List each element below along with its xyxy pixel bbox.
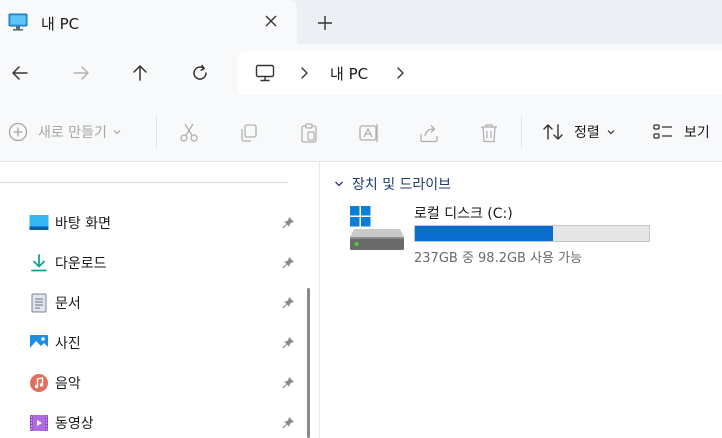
pin-icon[interactable] — [282, 256, 295, 269]
title-bar: 내 PC — [0, 0, 722, 44]
hard-drive-icon — [350, 206, 404, 250]
command-bar: 새로 만들기 정렬 보기 — [0, 102, 722, 162]
drive-usage-fill — [415, 226, 554, 241]
back-arrow-icon[interactable] — [10, 63, 30, 83]
sort-button[interactable]: 정렬 — [542, 122, 626, 142]
cut-scissors-icon[interactable] — [178, 122, 200, 144]
content-pane: 장치 및 드라이브 로컬 디스크 (C:) 237GB 중 98.2GB 사용 … — [320, 162, 722, 438]
sidebar-item-documents[interactable]: 문서 — [0, 284, 300, 320]
toolbar-separator — [156, 116, 157, 148]
view-button[interactable]: 보기 — [652, 122, 710, 142]
drive-tile-c[interactable]: 로컬 디스크 (C:) 237GB 중 98.2GB 사용 가능 — [348, 202, 668, 266]
chevron-down-icon — [113, 130, 121, 135]
chevron-right-icon[interactable] — [298, 66, 310, 80]
view-button-label: 보기 — [684, 125, 710, 141]
group-title: 장치 및 드라이브 — [352, 177, 452, 193]
address-bar[interactable]: 내 PC — [238, 51, 722, 95]
pin-icon[interactable] — [282, 416, 295, 429]
drive-name: 로컬 디스크 (C:) — [414, 206, 513, 222]
tab-this-pc[interactable]: 내 PC — [0, 0, 297, 44]
chevron-down-icon — [607, 130, 615, 135]
pin-icon[interactable] — [282, 296, 295, 309]
video-icon — [30, 415, 48, 431]
monitor-icon — [255, 64, 275, 82]
group-header-devices[interactable]: 장치 및 드라이브 — [334, 174, 451, 194]
drive-usage-bar — [414, 225, 650, 242]
chevron-right-icon[interactable] — [394, 66, 406, 80]
music-icon — [30, 374, 48, 392]
computer-icon — [8, 13, 28, 31]
sidebar-item-pictures[interactable]: 사진 — [0, 324, 300, 360]
download-icon — [31, 254, 47, 272]
forward-arrow-icon[interactable] — [71, 63, 91, 83]
sidebar-item-label: 사진 — [55, 336, 81, 352]
sidebar-item-label: 바탕 화면 — [55, 216, 111, 232]
sidebar-scrollbar[interactable] — [307, 288, 310, 438]
plus-circle-icon — [8, 122, 28, 142]
pin-icon[interactable] — [282, 376, 295, 389]
up-arrow-icon[interactable] — [130, 63, 150, 83]
view-list-icon — [653, 124, 672, 139]
chevron-down-icon — [335, 181, 343, 187]
new-tab-plus-icon[interactable] — [316, 14, 334, 32]
refresh-icon[interactable] — [190, 63, 210, 83]
picture-icon — [30, 335, 48, 351]
pin-icon[interactable] — [282, 216, 295, 229]
document-icon — [31, 293, 47, 313]
close-icon[interactable] — [262, 12, 280, 30]
share-icon[interactable] — [418, 122, 440, 144]
sidebar-item-videos[interactable]: 동영상 — [0, 404, 300, 438]
sidebar-item-music[interactable]: 음악 — [0, 364, 300, 400]
new-button[interactable]: 새로 만들기 — [8, 122, 132, 142]
sidebar-item-desktop[interactable]: 바탕 화면 — [0, 204, 300, 240]
toolbar-separator — [521, 116, 522, 148]
rename-icon[interactable] — [358, 122, 380, 144]
paste-clipboard-icon[interactable] — [298, 122, 320, 144]
desktop-icon — [29, 215, 49, 230]
breadcrumb-this-pc[interactable]: 내 PC — [330, 63, 368, 84]
copy-icon[interactable] — [238, 122, 260, 144]
sidebar-item-label: 동영상 — [55, 416, 94, 432]
tab-title: 내 PC — [41, 15, 80, 33]
drive-free-space: 237GB 중 98.2GB 사용 가능 — [414, 251, 583, 266]
new-button-label: 새로 만들기 — [38, 125, 107, 141]
sidebar-divider — [0, 182, 288, 183]
sidebar-item-label: 문서 — [55, 296, 81, 312]
delete-trash-icon[interactable] — [478, 122, 500, 144]
sidebar-item-label: 음악 — [55, 376, 81, 392]
sort-button-label: 정렬 — [574, 125, 600, 141]
navigation-pane: 바탕 화면 다운로드 문서 사진 음악 동영상 — [0, 162, 320, 438]
sort-arrows-icon — [543, 124, 563, 140]
sidebar-item-downloads[interactable]: 다운로드 — [0, 244, 300, 280]
sidebar-item-label: 다운로드 — [55, 256, 107, 272]
navigation-bar: 내 PC — [0, 44, 722, 102]
pin-icon[interactable] — [282, 336, 295, 349]
